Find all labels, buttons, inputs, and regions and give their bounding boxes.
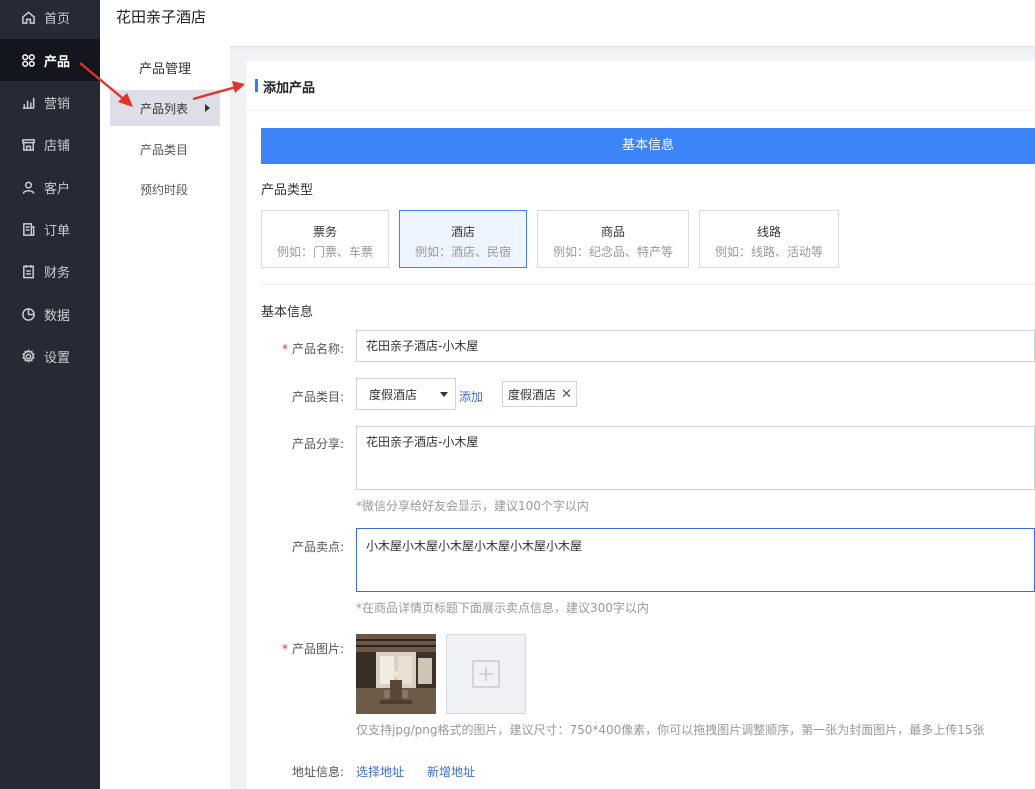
product-share-textarea[interactable]: 花田亲子酒店-小木屋 bbox=[356, 426, 1035, 490]
selling-hint: *在商品详情页标题下面展示卖点信息，建议300字以内 bbox=[356, 601, 649, 615]
nav-item-settings[interactable]: 设置 bbox=[0, 335, 100, 377]
product-share-label: 产品分享: bbox=[291, 437, 344, 451]
type-card-route[interactable]: 线路 例如：线路、活动等 bbox=[699, 210, 839, 268]
type-name: 商品 bbox=[600, 225, 625, 239]
nav-label: 店铺 bbox=[44, 138, 71, 154]
section-title: 添加产品 bbox=[263, 81, 316, 96]
subnav-label: 产品列表 bbox=[140, 101, 189, 116]
sub-nav: 产品管理 产品列表 产品类目 预约时段 bbox=[100, 46, 230, 789]
nav-label: 设置 bbox=[44, 350, 71, 366]
home-icon bbox=[20, 9, 36, 25]
label-text: 产品名称: bbox=[291, 342, 344, 356]
nav-item-data[interactable]: 数据 bbox=[0, 293, 100, 335]
nav-item-finance[interactable]: 财务 bbox=[0, 250, 100, 292]
product-category-label: 产品类目: bbox=[291, 390, 344, 404]
pie-chart-icon bbox=[20, 306, 36, 322]
nav-label: 营销 bbox=[44, 96, 71, 112]
share-hint: *微信分享给好友会显示，建议100个字以内 bbox=[356, 499, 589, 513]
image-hint: 仅支持jpg/png格式的图片，建议尺寸：750*400像素，你可以拖拽图片调整… bbox=[356, 723, 985, 737]
nav-item-marketing[interactable]: 营销 bbox=[0, 81, 100, 123]
new-address-link[interactable]: 新增地址 bbox=[427, 763, 475, 780]
tag-label: 度假酒店 bbox=[508, 387, 557, 402]
section-accent-bar bbox=[255, 79, 258, 92]
address-label: 地址信息: bbox=[291, 765, 344, 779]
image-upload-button[interactable] bbox=[446, 634, 526, 714]
main-nav: 首页 产品 营销 店铺 客户 订单 财务 数据 设置 bbox=[0, 0, 100, 789]
type-card-ticket[interactable]: 票务 例如：门票、车票 bbox=[261, 210, 389, 268]
gear-icon bbox=[20, 348, 36, 364]
product-image-label: * 产品图片: bbox=[246, 640, 344, 657]
subnav-label: 预约时段 bbox=[140, 182, 189, 197]
select-address-link[interactable]: 选择地址 bbox=[356, 763, 404, 780]
nav-label: 财务 bbox=[44, 265, 71, 281]
product-name-input[interactable]: 花田亲子酒店-小木屋 bbox=[356, 330, 1035, 362]
product-image-thumbnail[interactable] bbox=[356, 634, 436, 714]
type-name: 酒店 bbox=[450, 225, 475, 239]
nav-item-order[interactable]: 订单 bbox=[0, 208, 100, 250]
nav-item-home[interactable]: 首页 bbox=[0, 0, 100, 38]
label-text: 产品图片: bbox=[291, 642, 344, 656]
nav-item-customer[interactable]: 客户 bbox=[0, 166, 100, 208]
type-example: 例如：门票、车票 bbox=[276, 245, 373, 259]
basic-info-label: 基本信息 bbox=[261, 305, 314, 320]
product-type-label: 产品类型 bbox=[261, 183, 314, 198]
category-select[interactable]: 度假酒店 bbox=[356, 378, 456, 410]
subnav-label: 产品类目 bbox=[140, 142, 189, 157]
product-name-label: * 产品名称: bbox=[246, 340, 344, 357]
category-selected-value: 度假酒店 bbox=[369, 387, 418, 402]
nav-label: 产品 bbox=[44, 54, 71, 70]
subnav-item-product-category[interactable]: 产品类目 bbox=[110, 131, 220, 167]
nav-label: 订单 bbox=[44, 223, 71, 239]
type-name: 票务 bbox=[312, 225, 337, 239]
selling-point-textarea[interactable]: 小木屋小木屋小木屋小木屋小木屋小木屋 bbox=[356, 528, 1035, 592]
divider bbox=[261, 284, 1035, 285]
product-icon bbox=[20, 52, 36, 68]
add-category-link[interactable]: 添加 bbox=[459, 388, 483, 405]
store-icon bbox=[20, 136, 36, 152]
type-example: 例如：线路、活动等 bbox=[714, 245, 823, 259]
type-name: 线路 bbox=[756, 225, 781, 239]
user-icon bbox=[20, 179, 36, 195]
required-mark: * bbox=[281, 642, 288, 656]
nav-label: 首页 bbox=[44, 11, 71, 27]
section-header: 添加产品 bbox=[246, 61, 1035, 111]
room-photo-image bbox=[356, 634, 436, 714]
plus-icon bbox=[472, 660, 500, 688]
finance-icon bbox=[20, 263, 36, 279]
category-tag: 度假酒店 ✕ bbox=[502, 381, 577, 407]
selling-point-label: 产品卖点: bbox=[291, 540, 344, 554]
nav-item-store[interactable]: 店铺 bbox=[0, 123, 100, 165]
caret-right-icon bbox=[205, 104, 210, 112]
subnav-item-product-list[interactable]: 产品列表 bbox=[110, 90, 220, 126]
type-card-hotel[interactable]: 酒店 例如：酒店、民宿 bbox=[399, 210, 527, 268]
type-card-goods[interactable]: 商品 例如：纪念品、特产等 bbox=[537, 210, 689, 268]
type-example: 例如：纪念品、特产等 bbox=[552, 245, 673, 259]
subnav-title: 产品管理 bbox=[138, 62, 191, 77]
close-icon[interactable]: ✕ bbox=[561, 387, 572, 402]
basic-info-banner: 基本信息 bbox=[261, 128, 1035, 164]
hotel-title: 花田亲子酒店 bbox=[116, 8, 207, 26]
nav-label: 数据 bbox=[44, 308, 71, 324]
caret-down-icon bbox=[440, 392, 448, 397]
required-mark: * bbox=[281, 342, 288, 356]
top-header: 花田亲子酒店 bbox=[100, 0, 1035, 46]
bar-chart-icon bbox=[20, 94, 36, 110]
type-example: 例如：酒店、民宿 bbox=[414, 245, 511, 259]
main-panel: 添加产品 基本信息 产品类型 票务 例如：门票、车票 酒店 例如：酒店、民宿 商… bbox=[246, 61, 1035, 789]
nav-label: 客户 bbox=[44, 181, 71, 197]
order-icon bbox=[20, 221, 36, 237]
subnav-item-booking-slot[interactable]: 预约时段 bbox=[110, 171, 220, 207]
nav-item-product[interactable]: 产品 bbox=[0, 39, 100, 81]
